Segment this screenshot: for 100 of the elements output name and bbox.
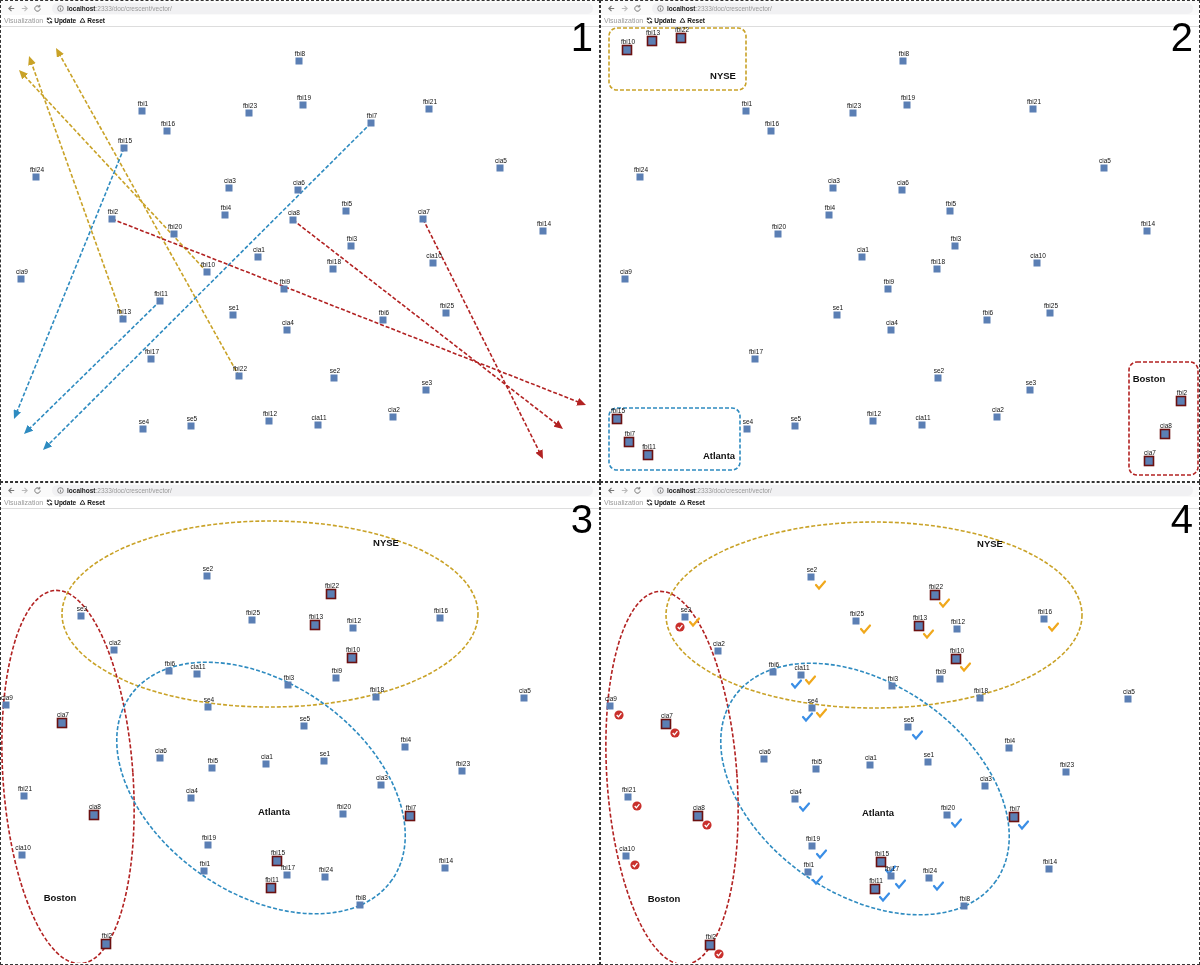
node-marker[interactable]: [622, 852, 630, 860]
node-marker[interactable]: [245, 109, 253, 117]
node-marker[interactable]: [950, 653, 962, 665]
reload-icon[interactable]: [633, 485, 642, 495]
node-marker[interactable]: [110, 646, 118, 654]
node-marker[interactable]: [1175, 395, 1187, 407]
node-marker[interactable]: [225, 184, 233, 192]
node-marker[interactable]: [404, 810, 416, 822]
node-marker[interactable]: [77, 612, 85, 620]
node-marker[interactable]: [993, 413, 1001, 421]
node-marker[interactable]: [1026, 386, 1034, 394]
node-marker[interactable]: [849, 109, 857, 117]
back-icon[interactable]: [607, 3, 616, 13]
node-marker[interactable]: [329, 265, 337, 273]
node-marker[interactable]: [221, 211, 229, 219]
node-marker[interactable]: [203, 572, 211, 580]
node-marker[interactable]: [869, 417, 877, 425]
node-marker[interactable]: [866, 761, 874, 769]
node-marker[interactable]: [342, 207, 350, 215]
node-marker[interactable]: [254, 253, 262, 261]
node-marker[interactable]: [875, 856, 887, 868]
node-marker[interactable]: [925, 874, 933, 882]
node-marker[interactable]: [283, 326, 291, 334]
node-marker[interactable]: [120, 144, 128, 152]
node-marker[interactable]: [436, 614, 444, 622]
node-marker[interactable]: [829, 184, 837, 192]
node-marker[interactable]: [193, 670, 201, 678]
node-marker[interactable]: [539, 227, 547, 235]
node-marker[interactable]: [929, 589, 941, 601]
node-marker[interactable]: [283, 871, 291, 879]
node-marker[interactable]: [119, 315, 127, 323]
node-marker[interactable]: [330, 374, 338, 382]
node-marker[interactable]: [20, 792, 28, 800]
node-marker[interactable]: [18, 851, 26, 859]
node-marker[interactable]: [289, 216, 297, 224]
node-marker[interactable]: [314, 421, 322, 429]
node-marker[interactable]: [808, 704, 816, 712]
node-marker[interactable]: [934, 374, 942, 382]
node-marker[interactable]: [943, 811, 951, 819]
node-marker[interactable]: [898, 186, 906, 194]
node-marker[interactable]: [611, 413, 623, 425]
node-marker[interactable]: [751, 355, 759, 363]
node-marker[interactable]: [248, 616, 256, 624]
node-marker[interactable]: [951, 242, 959, 250]
back-icon[interactable]: [607, 485, 616, 495]
reload-icon[interactable]: [33, 3, 42, 13]
node-marker[interactable]: [774, 230, 782, 238]
node-marker[interactable]: [1045, 865, 1053, 873]
node-marker[interactable]: [367, 119, 375, 127]
node-marker[interactable]: [88, 809, 100, 821]
node-marker[interactable]: [520, 694, 528, 702]
node-marker[interactable]: [1008, 811, 1020, 823]
node-marker[interactable]: [32, 173, 40, 181]
node-marker[interactable]: [442, 309, 450, 317]
node-marker[interactable]: [918, 421, 926, 429]
node-marker[interactable]: [858, 253, 866, 261]
node-marker[interactable]: [924, 758, 932, 766]
node-marker[interactable]: [797, 671, 805, 679]
node-marker[interactable]: [888, 682, 896, 690]
node-marker[interactable]: [884, 285, 892, 293]
node-marker[interactable]: [204, 703, 212, 711]
node-marker[interactable]: [235, 372, 243, 380]
node-marker[interactable]: [769, 668, 777, 676]
node-marker[interactable]: [138, 107, 146, 115]
node-marker[interactable]: [660, 718, 672, 730]
node-marker[interactable]: [791, 422, 799, 430]
reload-icon[interactable]: [33, 485, 42, 495]
node-marker[interactable]: [623, 436, 635, 448]
node-marker[interactable]: [742, 107, 750, 115]
node-marker[interactable]: [1143, 455, 1155, 467]
node-marker[interactable]: [833, 311, 841, 319]
node-marker[interactable]: [187, 794, 195, 802]
forward-icon[interactable]: [20, 3, 29, 13]
node-marker[interactable]: [458, 767, 466, 775]
node-marker[interactable]: [156, 754, 164, 762]
node-marker[interactable]: [936, 675, 944, 683]
node-marker[interactable]: [156, 297, 164, 305]
node-marker[interactable]: [356, 901, 364, 909]
node-marker[interactable]: [147, 355, 155, 363]
node-marker[interactable]: [349, 624, 357, 632]
node-marker[interactable]: [200, 867, 208, 875]
node-marker[interactable]: [621, 44, 633, 56]
node-marker[interactable]: [825, 211, 833, 219]
node-marker[interactable]: [419, 215, 427, 223]
node-marker[interactable]: [229, 311, 237, 319]
node-marker[interactable]: [887, 326, 895, 334]
back-icon[interactable]: [7, 485, 16, 495]
node-marker[interactable]: [767, 127, 775, 135]
node-marker[interactable]: [804, 868, 812, 876]
node-marker[interactable]: [642, 449, 654, 461]
node-marker[interactable]: [1046, 309, 1054, 317]
node-marker[interactable]: [976, 694, 984, 702]
node-marker[interactable]: [165, 667, 173, 675]
node-marker[interactable]: [346, 652, 358, 664]
node-marker[interactable]: [100, 938, 112, 950]
node-marker[interactable]: [422, 386, 430, 394]
node-marker[interactable]: [981, 782, 989, 790]
node-marker[interactable]: [606, 702, 614, 710]
node-marker[interactable]: [265, 882, 277, 894]
node-marker[interactable]: [714, 647, 722, 655]
